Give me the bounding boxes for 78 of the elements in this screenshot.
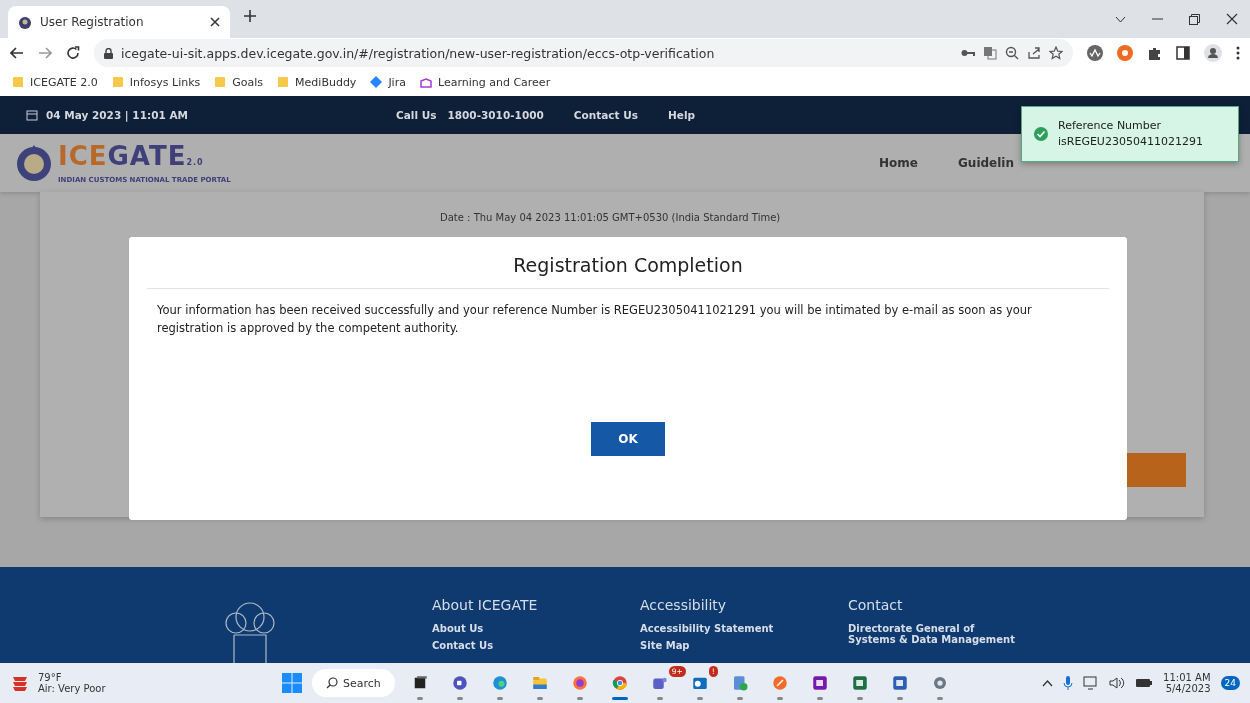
top-link[interactable]: Contact Us [573, 109, 638, 121]
excel-app-icon[interactable] [850, 674, 869, 692]
logo-text: ICEGATE 2.0 [58, 142, 205, 173]
zoom-out-icon[interactable] [1005, 46, 1019, 60]
footer-heading: Accessibility [640, 597, 728, 613]
dialog-title: Registration Completion [512, 253, 744, 278]
date-line: Date : Thu May 04 2023 11:01:05 GMT+0530 (India Standard Time) [440, 212, 782, 223]
bookmark-link[interactable]: Goals [232, 75, 264, 89]
footer-heading: Contact [848, 597, 904, 613]
lifebuoy-icon[interactable] [1117, 45, 1133, 61]
profile-icon[interactable] [1204, 44, 1222, 62]
dialog-message: Your information has been received successfully and your reference Number is REGEU23050411021291 you will be intimated by e-mail as soon as your registration is approved by the competent authority. [156, 302, 1033, 337]
nav-link[interactable]: Guidelin [958, 156, 1014, 170]
speaker-icon[interactable] [1109, 676, 1126, 690]
star-icon[interactable] [1049, 46, 1063, 60]
menu-icon[interactable] [1236, 46, 1240, 60]
footer-link[interactable]: Contact Us [432, 640, 602, 651]
date-time: 04 May 2023 | 11:01 AM [46, 109, 188, 121]
browser-tab[interactable]: User Registration [8, 6, 230, 38]
meet-app-icon[interactable] [450, 674, 469, 692]
emblem-icon [18, 15, 32, 29]
restore-icon[interactable] [1189, 13, 1200, 25]
monitor-icon[interactable] [1083, 676, 1100, 690]
footer-link[interactable]: About Us [432, 623, 602, 634]
notification-count[interactable]: 24 [1220, 676, 1240, 690]
temperature: 79°F [38, 672, 63, 683]
side-panel-icon[interactable] [1176, 46, 1190, 60]
close-icon[interactable] [1226, 13, 1238, 25]
lock-icon [104, 47, 113, 59]
bookmark-link[interactable]: MediBuddy [295, 75, 357, 89]
ok-button[interactable]: OK [591, 422, 665, 456]
forward-icon[interactable] [38, 47, 52, 59]
folder-icon [277, 76, 290, 88]
new-tab-icon[interactable] [244, 10, 256, 22]
puzzle-icon[interactable] [1147, 45, 1162, 61]
bookmark-link[interactable]: Learning and Career [437, 75, 551, 89]
battery-icon[interactable] [1135, 677, 1154, 689]
folder-icon [12, 76, 24, 88]
share-icon[interactable] [1027, 46, 1041, 60]
footer-link[interactable]: Directorate General of Systems & Data Management [848, 623, 1018, 645]
footer-link[interactable]: Site Map [640, 640, 810, 651]
toast-message: isREGEU23050411021291 [1058, 134, 1203, 150]
close-icon[interactable] [210, 17, 220, 27]
emblem-icon [14, 143, 54, 183]
bookmark-link[interactable]: Infosys Links [129, 75, 201, 89]
clock[interactable]: 11:01 AM 5/4/2023 [1163, 672, 1211, 694]
diamond-icon [370, 76, 383, 88]
reload-icon[interactable] [66, 46, 80, 60]
footer-heading: About ICEGATE [432, 597, 539, 613]
microphone-icon[interactable] [1063, 675, 1074, 691]
chevron-down-icon[interactable] [1115, 15, 1126, 23]
back-icon[interactable] [10, 47, 24, 59]
check-circle-icon [1034, 127, 1048, 141]
chevron-up-icon[interactable] [1042, 679, 1054, 687]
wave-icon[interactable] [1087, 45, 1103, 61]
search-icon [326, 677, 338, 689]
bookmark-link[interactable]: Jira [388, 75, 406, 89]
footer-link[interactable]: Accessibility Statement [640, 623, 810, 634]
search-button[interactable]: Search [312, 669, 395, 697]
key-icon[interactable] [961, 49, 975, 57]
translate-icon[interactable] [983, 46, 997, 60]
folder-icon [214, 76, 227, 88]
firefox-app-icon[interactable] [570, 674, 589, 692]
files-app-icon[interactable] [530, 674, 549, 692]
chrome-app-icon[interactable] [610, 674, 629, 692]
onenote-app-icon[interactable] [810, 674, 829, 692]
edge-app-icon[interactable] [490, 674, 509, 692]
address-bar[interactable]: icegate-ui-sit.apps.dev.icegate.gov.in/#/registration/new-user-registration/eccs-otp-verification [94, 39, 1073, 67]
calendar-icon [26, 109, 38, 121]
folder-icon [111, 76, 124, 88]
nav-link[interactable]: Home [879, 156, 918, 170]
word-app-icon[interactable] [890, 674, 909, 692]
air-quality: Air: Very Poor [38, 683, 106, 694]
bookmark-link[interactable]: ICEGATE 2.0 [30, 75, 98, 89]
toast-title: Reference Number [1058, 118, 1163, 134]
box-icon [419, 76, 432, 88]
call-us-label: Call Us 1800-3010-1000 [396, 109, 544, 121]
top-link[interactable]: Help [668, 109, 695, 121]
